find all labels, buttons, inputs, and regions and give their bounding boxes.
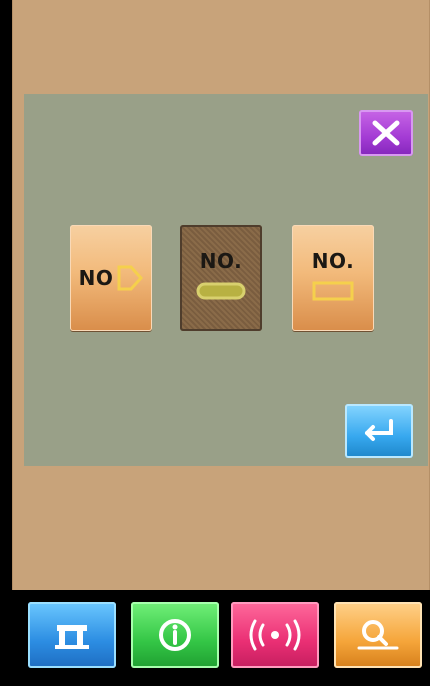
pattern-button-3[interactable]: NO. xyxy=(292,225,374,331)
info-button[interactable] xyxy=(131,602,219,668)
tag-outline-icon xyxy=(117,265,144,291)
communication-icon xyxy=(249,619,301,651)
pattern-button-2[interactable]: NO. xyxy=(180,225,262,331)
search-icon xyxy=(357,620,399,650)
box-outline-icon xyxy=(312,281,354,301)
pattern-button-1-content: NO xyxy=(79,263,144,293)
info-icon xyxy=(159,619,191,651)
enter-button[interactable] xyxy=(345,404,413,458)
pattern-button-1[interactable]: NO xyxy=(70,225,152,331)
pattern-label: NO. xyxy=(199,249,243,273)
pattern-label: NO xyxy=(78,266,114,290)
enter-icon xyxy=(365,419,393,441)
search-button[interactable] xyxy=(334,602,422,668)
pattern-label: NO. xyxy=(311,249,355,273)
sewing-button[interactable] xyxy=(28,602,116,668)
screen: NO NO. NO. xyxy=(0,0,430,686)
capsule-icon xyxy=(196,282,246,300)
communication-button[interactable] xyxy=(231,602,319,668)
close-button[interactable] xyxy=(359,110,413,156)
close-icon xyxy=(372,120,400,146)
sewing-machine-icon xyxy=(55,625,89,649)
